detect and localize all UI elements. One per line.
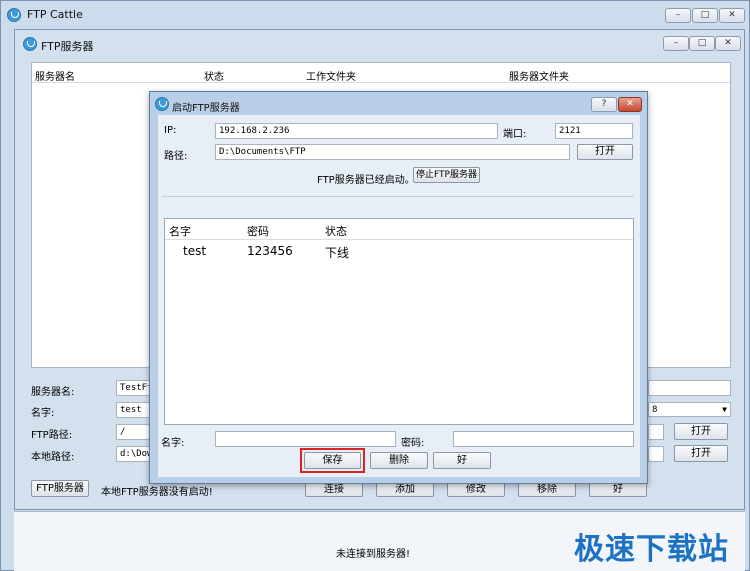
inner-window-title: FTP服务器: [41, 40, 94, 53]
path-open-button[interactable]: 打开: [577, 144, 633, 160]
port-label: 端口:: [503, 129, 527, 140]
user-password-label: 密码:: [401, 438, 425, 449]
path-input[interactable]: D:\Documents\FTP: [215, 144, 570, 160]
user-name-input[interactable]: [215, 431, 396, 447]
ip-input[interactable]: 192.168.2.236: [215, 123, 498, 139]
dialog-title: 启动FTP服务器: [172, 103, 240, 114]
watermark-text: 极速下载站: [574, 532, 729, 567]
column-header-state[interactable]: 状态: [325, 223, 347, 239]
column-header-password[interactable]: 密码: [247, 223, 269, 239]
user-list[interactable]: 名字 密码 状态 test 123456 下线: [164, 218, 634, 425]
connection-status: 未连接到服务器!: [336, 549, 411, 560]
save-button[interactable]: 保存: [304, 452, 361, 469]
column-header-work-folder[interactable]: 工作文件夹: [306, 68, 356, 83]
dialog-close-button[interactable]: ✕: [618, 97, 642, 112]
delete-button[interactable]: 删除: [370, 452, 428, 469]
add-button[interactable]: 添加: [376, 482, 434, 497]
dialog-logo-icon: [155, 97, 169, 111]
server-folder-input[interactable]: [648, 380, 731, 396]
dialog-ok-button[interactable]: 好: [433, 452, 491, 469]
remove-button[interactable]: 移除: [518, 482, 576, 497]
server-started-status: FTP服务器已经启动。: [317, 175, 415, 186]
ftp-path-input-tail[interactable]: [648, 424, 664, 440]
port-input[interactable]: 2121: [555, 123, 633, 139]
connect-button[interactable]: 连接: [305, 482, 363, 497]
ok-button[interactable]: 好: [589, 482, 647, 497]
local-server-status: 本地FTP服务器没有启动!: [101, 487, 213, 498]
dropdown-arrow-icon[interactable]: ▼: [722, 403, 727, 416]
path-label: 路径:: [164, 151, 188, 162]
name-label: 名字:: [31, 408, 55, 419]
encoding-value: 8: [652, 405, 658, 415]
column-header-name[interactable]: 名字: [169, 223, 191, 239]
minimize-button[interactable]: –: [665, 8, 691, 23]
main-titlebar[interactable]: FTP Cattle – □ ✕: [1, 1, 749, 29]
user-name-label: 名字:: [161, 438, 185, 449]
local-path-label: 本地路径:: [31, 452, 75, 463]
server-table-header: 服务器名 状态 工作文件夹 服务器文件夹: [32, 63, 730, 83]
row-name: test: [183, 244, 207, 258]
modify-button[interactable]: 修改: [447, 482, 505, 497]
ip-label: IP:: [164, 125, 177, 136]
column-header-server-name[interactable]: 服务器名: [35, 68, 75, 83]
encoding-select[interactable]: 8 ▼: [648, 402, 731, 417]
column-header-status[interactable]: 状态: [204, 68, 224, 83]
main-window-title: FTP Cattle: [27, 8, 83, 21]
ftp-path-label: FTP路径:: [31, 430, 73, 441]
ftp-server-button[interactable]: FTP服务器: [31, 480, 89, 497]
ftp-path-open-button[interactable]: 打开: [674, 423, 728, 440]
inner-logo-icon: [23, 37, 37, 51]
row-password: 123456: [247, 244, 293, 258]
maximize-button[interactable]: □: [692, 8, 718, 23]
server-name-label: 服务器名:: [31, 387, 75, 398]
inner-minimize-button[interactable]: –: [663, 36, 689, 51]
row-state: 下线: [325, 246, 350, 260]
local-path-input-tail[interactable]: [648, 446, 664, 462]
dialog-separator: [162, 196, 634, 197]
start-ftp-server-dialog: 启动FTP服务器 ? ✕ IP: 192.168.2.236 端口: 2121 …: [149, 91, 648, 484]
table-row[interactable]: test 123456 下线: [165, 242, 633, 260]
local-path-open-button[interactable]: 打开: [674, 445, 728, 462]
help-button[interactable]: ?: [591, 97, 617, 112]
inner-close-button[interactable]: ✕: [715, 36, 741, 51]
user-password-input[interactable]: [453, 431, 634, 447]
inner-maximize-button[interactable]: □: [689, 36, 715, 51]
stop-ftp-server-button[interactable]: 停止FTP服务器: [413, 167, 480, 183]
app-logo-icon: [7, 8, 21, 22]
dialog-body: IP: 192.168.2.236 端口: 2121 路径: D:\Docume…: [158, 115, 640, 477]
column-header-server-folder[interactable]: 服务器文件夹: [509, 68, 569, 83]
close-button[interactable]: ✕: [719, 8, 745, 23]
user-list-header: 名字 密码 状态: [165, 219, 633, 240]
